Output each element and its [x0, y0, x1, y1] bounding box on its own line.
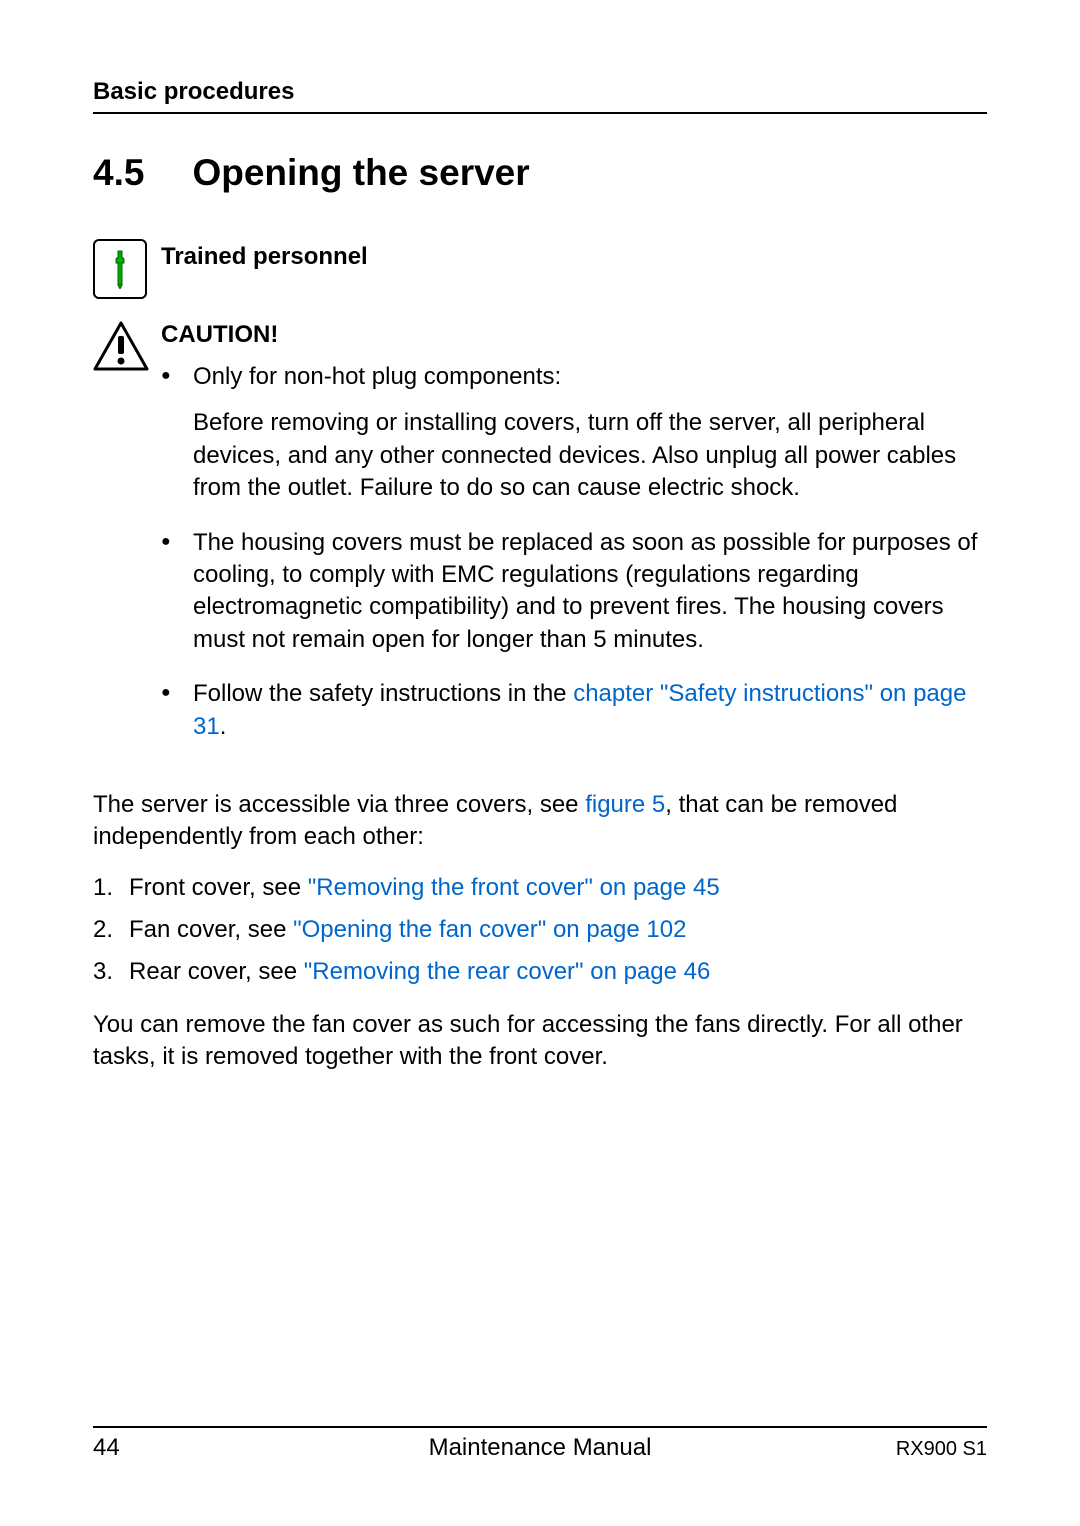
- cover-list-item: Front cover, see "Removing the front cov…: [93, 872, 987, 904]
- page-header: Basic procedures: [93, 78, 987, 114]
- trained-personnel-block: Trained personnel: [93, 239, 987, 299]
- caution-label: CAUTION!: [161, 321, 987, 349]
- footer-center-text: Maintenance Manual: [429, 1434, 652, 1462]
- bullet-text-pre: Follow the safety instructions in the: [193, 680, 573, 707]
- trained-label: Trained personnel: [161, 239, 368, 271]
- caution-bullet-item: The housing covers must be replaced as s…: [161, 527, 987, 657]
- caution-block: CAUTION! Only for non-hot plug component…: [93, 321, 987, 765]
- section-number: 4.5: [93, 152, 144, 194]
- outro-paragraph: You can remove the fan cover as such for…: [93, 1009, 987, 1074]
- front-cover-link[interactable]: "Removing the front cover" on page 45: [308, 874, 720, 901]
- screwdriver-icon: [110, 249, 130, 289]
- caution-bullet-item: Only for non-hot plug components: Before…: [161, 361, 987, 505]
- cover-pre: Fan cover, see: [129, 916, 293, 943]
- caution-bullet-list: Only for non-hot plug components: Before…: [161, 361, 987, 743]
- cover-pre: Rear cover, see: [129, 958, 304, 985]
- trained-icon-box: [93, 239, 147, 299]
- footer-right-text: RX900 S1: [896, 1438, 987, 1461]
- cover-pre: Front cover, see: [129, 874, 308, 901]
- intro-pre: The server is accessible via three cover…: [93, 791, 585, 818]
- rear-cover-link[interactable]: "Removing the rear cover" on page 46: [304, 958, 711, 985]
- header-title: Basic procedures: [93, 78, 987, 106]
- footer-page-number: 44: [93, 1434, 120, 1462]
- section-title: Opening the server: [192, 152, 529, 193]
- intro-paragraph: The server is accessible via three cover…: [93, 789, 987, 854]
- section-heading: 4.5 Opening the server: [93, 152, 987, 194]
- page-footer: 44 Maintenance Manual RX900 S1: [93, 1426, 987, 1462]
- cover-list-item: Fan cover, see "Opening the fan cover" o…: [93, 914, 987, 946]
- caution-bullet-item: Follow the safety instructions in the ch…: [161, 678, 987, 743]
- cover-list-item: Rear cover, see "Removing the rear cover…: [93, 956, 987, 988]
- bullet-sub-text: Before removing or installing covers, tu…: [193, 407, 987, 504]
- caution-icon: [93, 321, 149, 373]
- caution-content: CAUTION! Only for non-hot plug component…: [161, 321, 987, 765]
- covers-list: Front cover, see "Removing the front cov…: [93, 872, 987, 989]
- bullet-text: Only for non-hot plug components:: [193, 363, 561, 390]
- bullet-text: The housing covers must be replaced as s…: [193, 529, 977, 653]
- figure-link[interactable]: figure 5: [585, 791, 665, 818]
- bullet-text-post: .: [220, 713, 227, 740]
- fan-cover-link[interactable]: "Opening the fan cover" on page 102: [293, 916, 686, 943]
